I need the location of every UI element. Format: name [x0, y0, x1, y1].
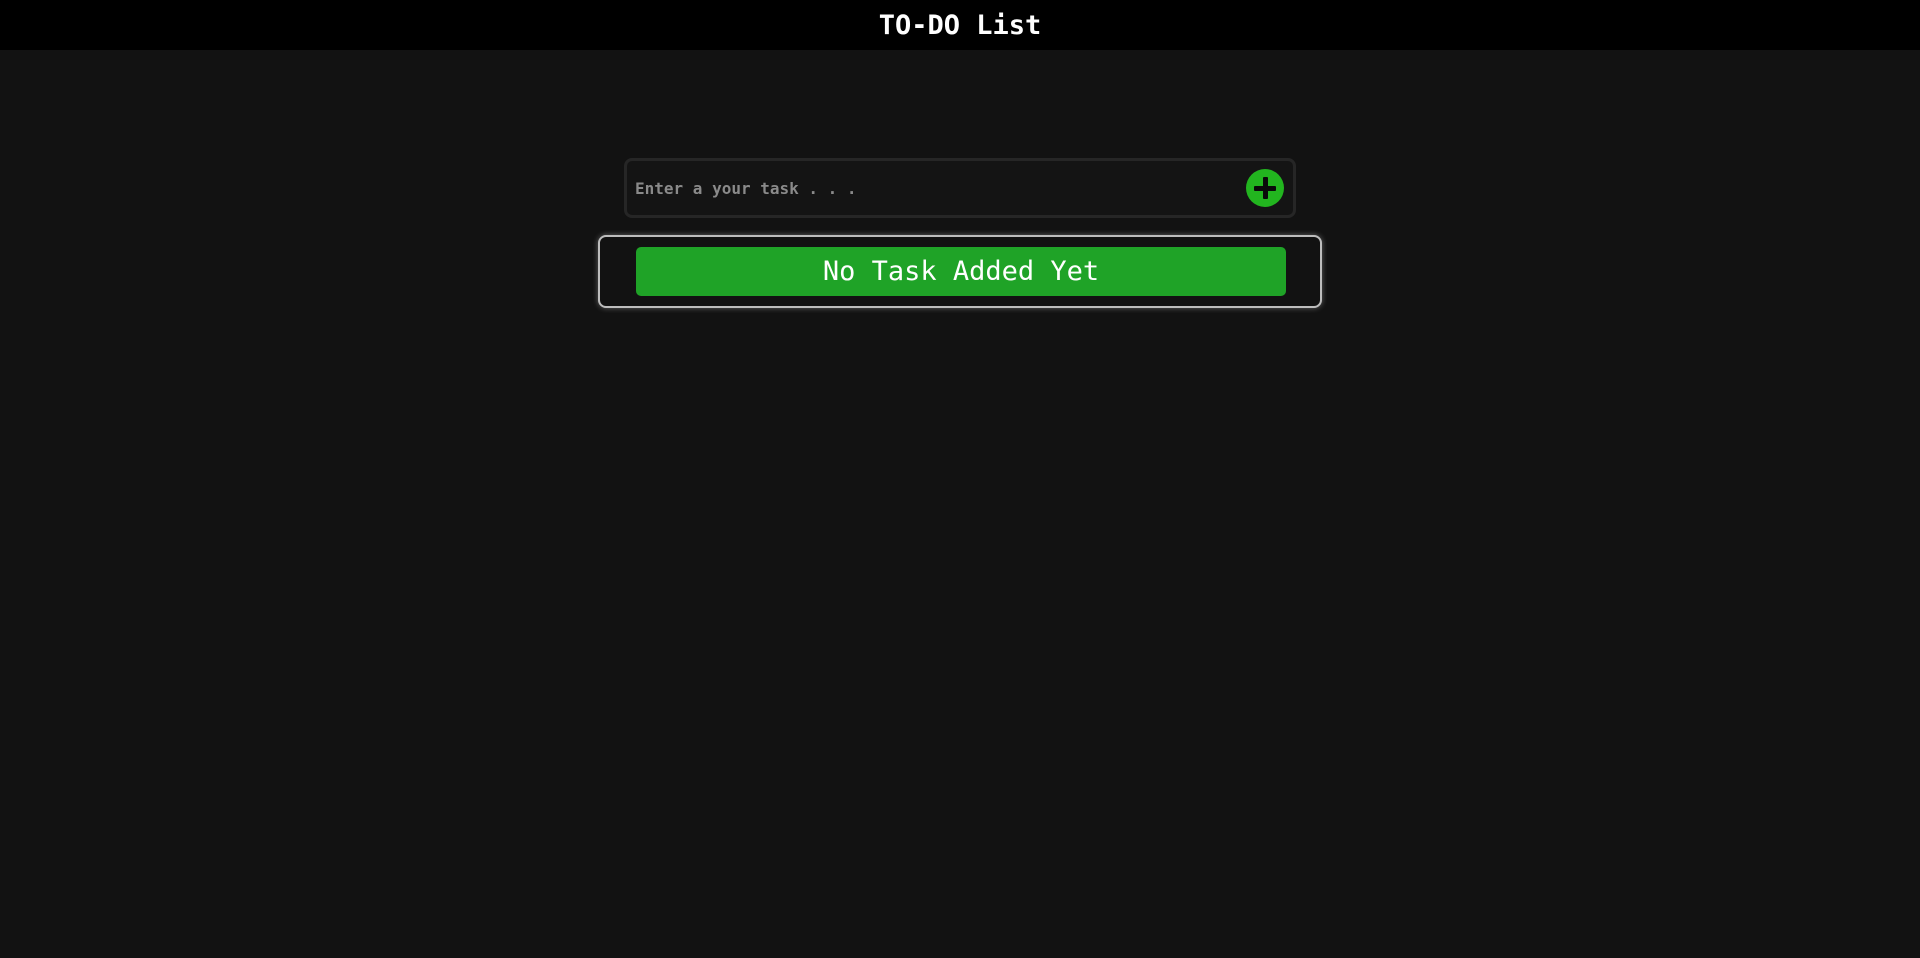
empty-state-message: No Task Added Yet	[636, 247, 1286, 296]
task-input-container	[624, 158, 1296, 218]
task-input[interactable]	[635, 168, 1246, 208]
header-bar: TO-DO List	[0, 0, 1920, 50]
task-list-panel: No Task Added Yet	[598, 235, 1322, 308]
page-title: TO-DO List	[878, 9, 1042, 41]
add-task-button[interactable]	[1246, 169, 1284, 207]
